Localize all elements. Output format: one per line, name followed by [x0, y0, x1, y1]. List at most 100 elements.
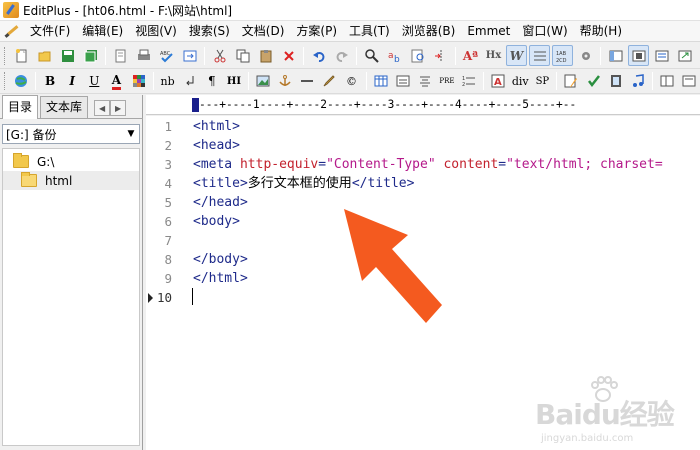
div-label: div — [511, 74, 529, 88]
line-number: 9 — [164, 271, 172, 286]
form-button[interactable] — [393, 71, 413, 92]
word-wrap-button[interactable]: W — [506, 45, 527, 66]
html-toolbar: B I U A nb ¶ HI © PRE 12 A div SP — [0, 69, 700, 94]
line-number-button[interactable] — [529, 45, 550, 66]
menu-window[interactable]: 窗口(W) — [516, 21, 573, 42]
tab-directory[interactable]: 目录 — [2, 95, 39, 119]
underline-button[interactable]: U — [84, 71, 104, 92]
find-in-files-button[interactable] — [407, 45, 428, 66]
tree-item-drive[interactable]: G:\ — [3, 152, 139, 171]
find-button[interactable] — [361, 45, 382, 66]
spellcheck-button[interactable]: ABC — [156, 45, 177, 66]
div-button[interactable]: div — [510, 71, 530, 92]
menu-emmet[interactable]: Emmet — [461, 21, 516, 42]
line-number: 5 — [164, 195, 172, 210]
comment-button[interactable] — [319, 71, 339, 92]
menu-project[interactable]: 方案(P) — [290, 21, 343, 42]
replace-button[interactable]: ab — [384, 45, 405, 66]
code-editor[interactable]: 1 2 3 4 5 6 7 8 9 10 <html> <head> <meta… — [146, 116, 700, 450]
paragraph-button[interactable]: ¶ — [202, 71, 222, 92]
ruler-gutter — [146, 95, 192, 114]
print-preview-button[interactable] — [110, 45, 131, 66]
font-color-button[interactable]: A — [106, 71, 126, 92]
span-button[interactable]: SP — [532, 71, 552, 92]
paragraph-label: ¶ — [208, 74, 216, 88]
center-button[interactable] — [415, 71, 435, 92]
pre-button[interactable]: PRE — [437, 71, 457, 92]
new-file-button[interactable] — [11, 45, 32, 66]
preferences-button[interactable] — [575, 45, 596, 66]
toolbar-separator — [483, 72, 485, 90]
entity-button[interactable]: © — [341, 71, 361, 92]
list-button[interactable]: 12 — [459, 71, 479, 92]
copy-button[interactable] — [232, 45, 253, 66]
hex-viewer-button[interactable]: Hx — [483, 45, 504, 66]
media-button[interactable] — [606, 71, 626, 92]
cut-button[interactable] — [209, 45, 230, 66]
font-tag-button[interactable]: A — [488, 71, 508, 92]
tab-cliptext[interactable]: 文本库 — [40, 96, 89, 118]
menu-edit[interactable]: 编辑(E) — [76, 21, 129, 42]
menu-view[interactable]: 视图(V) — [129, 21, 183, 42]
redo-button[interactable] — [331, 45, 352, 66]
toolbar-grip[interactable] — [4, 72, 7, 90]
menu-search[interactable]: 搜索(S) — [183, 21, 236, 42]
browser-preview-button[interactable] — [11, 71, 31, 92]
pen-icon[interactable] — [4, 23, 20, 39]
anchor-button[interactable] — [275, 71, 295, 92]
svg-text:2: 2 — [462, 82, 465, 88]
line-number: 6 — [164, 214, 172, 229]
line-number: 8 — [164, 252, 172, 267]
drive-select[interactable]: [G:] 备份 ▼ — [2, 124, 140, 144]
validate-button[interactable] — [584, 71, 604, 92]
window-list-button[interactable] — [651, 45, 672, 66]
save-button[interactable] — [57, 45, 78, 66]
code-line: <head> — [193, 136, 240, 155]
toolbar-separator — [365, 72, 367, 90]
tab-scroll-left-icon[interactable]: ◀ — [94, 100, 111, 116]
menu-help[interactable]: 帮助(H) — [574, 21, 628, 42]
horizontal-rule-button[interactable] — [297, 71, 317, 92]
tree-item-html[interactable]: html — [3, 171, 139, 190]
tab-scroll-right-icon[interactable]: ▶ — [110, 100, 127, 116]
bold-label: B — [44, 74, 56, 88]
undo-button[interactable] — [308, 45, 329, 66]
style-button[interactable] — [561, 71, 581, 92]
frame-button[interactable] — [657, 71, 677, 92]
menu-file[interactable]: 文件(F) — [24, 21, 76, 42]
open-file-button[interactable] — [34, 45, 55, 66]
delete-button[interactable] — [278, 45, 299, 66]
save-all-button[interactable] — [80, 45, 101, 66]
window-title: EditPlus - [ht06.html - F:\网站\html] — [23, 3, 233, 18]
bold-button[interactable]: B — [40, 71, 60, 92]
ftp-button[interactable] — [179, 45, 200, 66]
paste-button[interactable] — [255, 45, 276, 66]
image-button[interactable] — [253, 71, 273, 92]
print-button[interactable] — [133, 45, 154, 66]
menu-document[interactable]: 文档(D) — [236, 21, 291, 42]
goto-line-button[interactable] — [430, 45, 451, 66]
code-attribute: http-equiv — [239, 157, 319, 172]
full-screen-button[interactable] — [674, 45, 695, 66]
script-button[interactable] — [679, 71, 699, 92]
line-break-button[interactable] — [180, 71, 200, 92]
menu-tools[interactable]: 工具(T) — [343, 21, 396, 42]
table-button[interactable] — [371, 71, 391, 92]
toggle-output-button[interactable] — [628, 45, 649, 66]
sound-button[interactable] — [628, 71, 648, 92]
heading-button[interactable]: HI — [224, 71, 244, 92]
ruler-button[interactable]: 1AB 2CD — [552, 45, 573, 66]
nbsp-button[interactable]: nb — [158, 71, 178, 92]
font-size-button[interactable]: Aª — [460, 45, 481, 66]
italic-button[interactable]: I — [62, 71, 82, 92]
menu-browser[interactable]: 浏览器(B) — [396, 21, 462, 42]
toolbar-grip[interactable] — [4, 46, 7, 65]
color-palette-button[interactable] — [128, 71, 148, 92]
toolbar-separator — [356, 46, 357, 65]
heading-label: HI — [226, 75, 242, 87]
code-tag: <head> — [193, 138, 240, 153]
svg-text:b: b — [394, 55, 400, 63]
toggle-sidebar-button[interactable] — [605, 45, 626, 66]
nbsp-label: nb — [160, 74, 175, 88]
span-label: SP — [535, 75, 550, 87]
